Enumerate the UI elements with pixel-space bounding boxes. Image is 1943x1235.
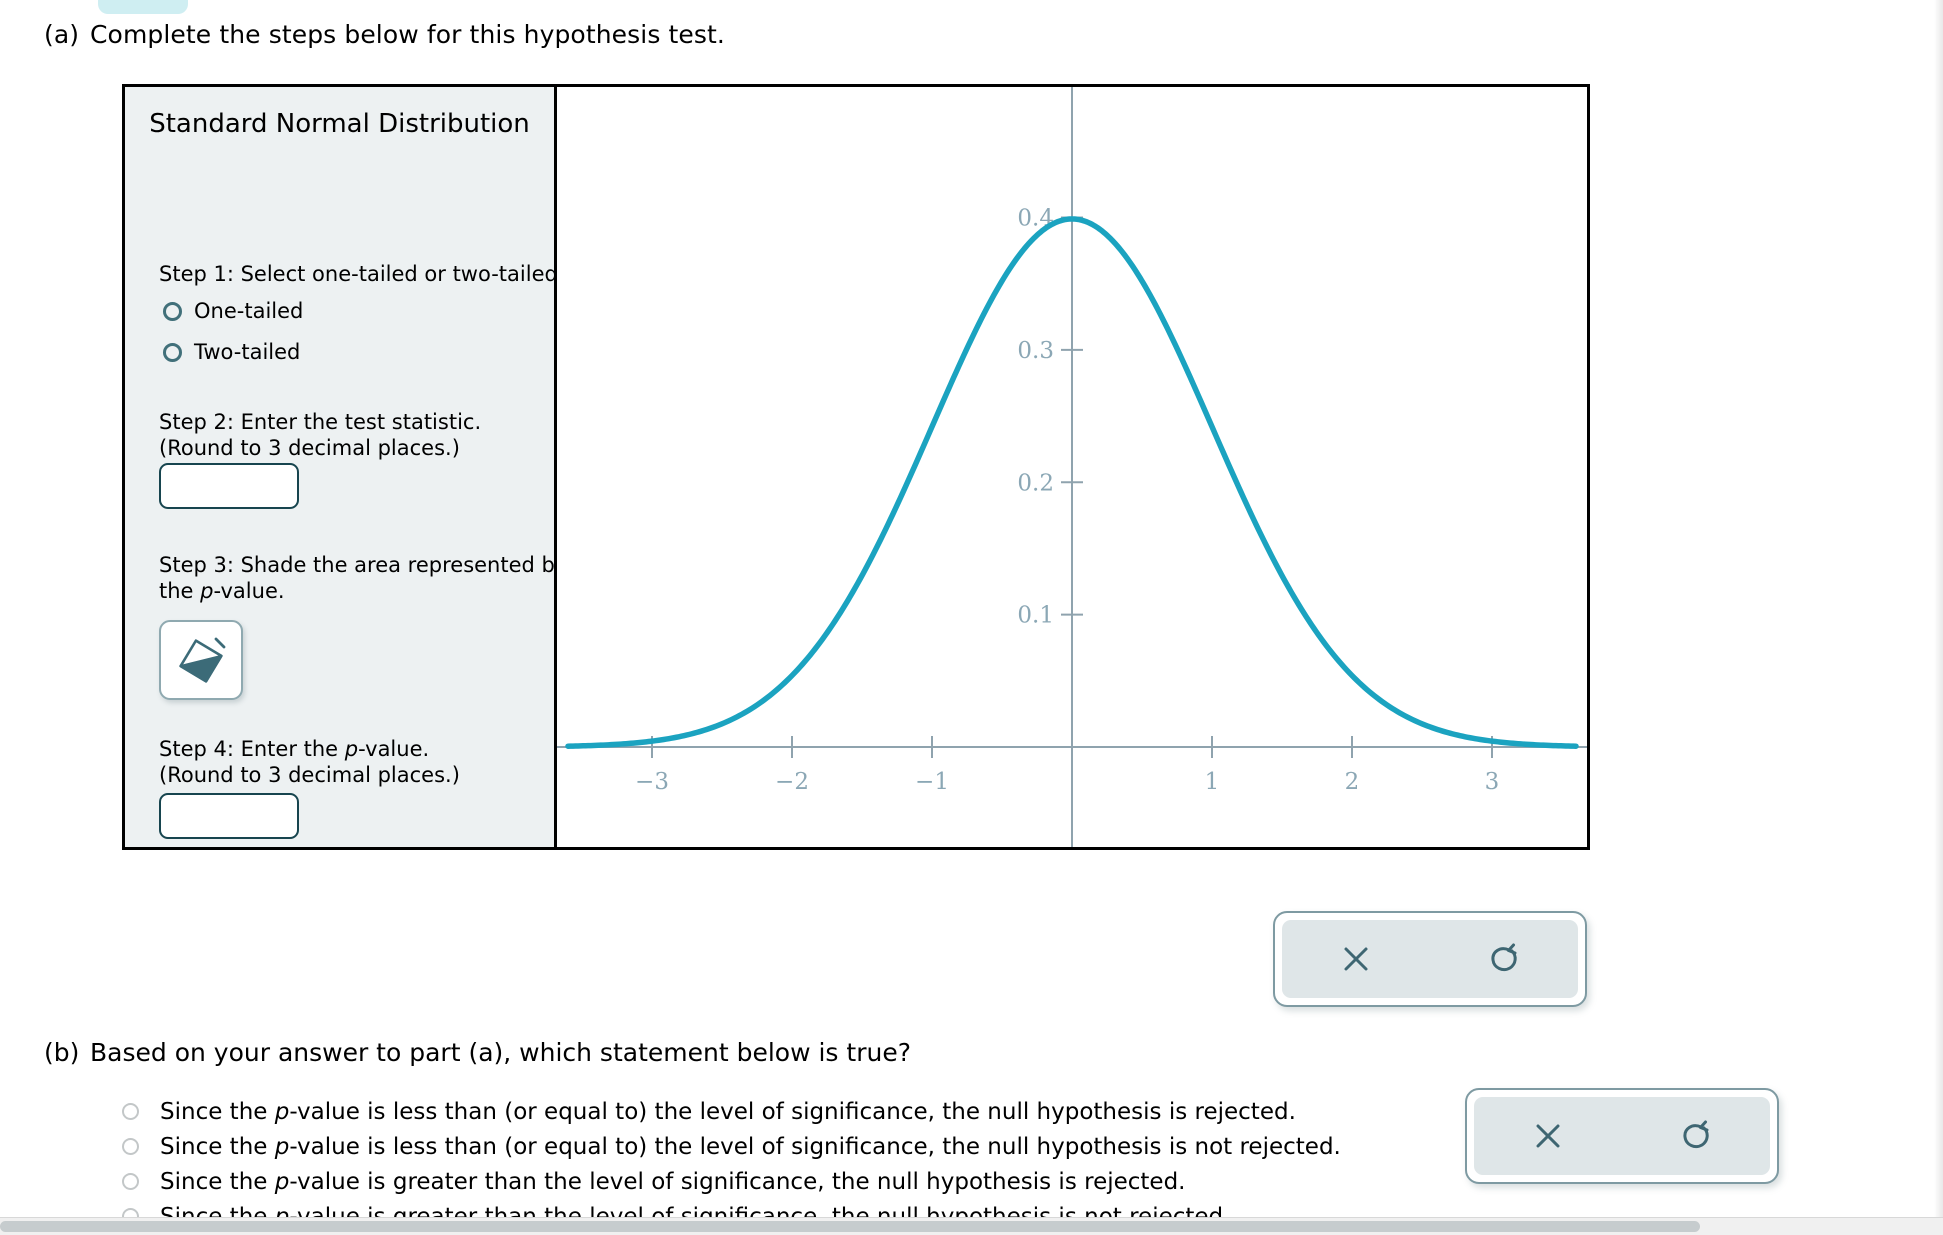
y-tick-label: 0.2 bbox=[1017, 470, 1054, 496]
part-a-prompt-text: Complete the steps below for this hypoth… bbox=[90, 20, 725, 49]
close-icon bbox=[1344, 947, 1368, 971]
shade-area-button[interactable] bbox=[159, 620, 243, 700]
part-a-label: (a) bbox=[44, 20, 80, 49]
x-axis-ticks: −3 −2 −1 1 2 3 bbox=[635, 736, 1499, 795]
x-tick-label: −2 bbox=[775, 769, 809, 795]
radio-mark-two-tailed-icon[interactable] bbox=[163, 342, 182, 362]
step-2-instruction: Step 2: Enter the test statistic. (Round… bbox=[159, 410, 481, 461]
y-tick-label: 0.1 bbox=[1017, 603, 1054, 629]
standard-normal-distribution-widget: Standard Normal Distribution Step 1: Sel… bbox=[122, 84, 1590, 850]
widget-title: Standard Normal Distribution bbox=[149, 109, 530, 139]
part-b-choice-radio-2-icon[interactable] bbox=[122, 1138, 139, 1155]
normal-curve-plot: −3 −2 −1 1 2 3 0.1 0.2 0.3 0.4 bbox=[557, 87, 1587, 847]
step-4-line1-post: -value. bbox=[358, 737, 430, 761]
radio-option-one-tailed[interactable]: One-tailed bbox=[163, 299, 303, 323]
reset-undo-icon bbox=[1683, 1120, 1709, 1149]
step-4-instruction: Step 4: Enter the p-value. (Round to 3 d… bbox=[159, 737, 460, 788]
y-tick-label: 0.3 bbox=[1017, 338, 1054, 364]
radio-label-two-tailed: Two-tailed bbox=[194, 340, 301, 364]
step-3-instruction-line1: Step 3: Shade the area represented by bbox=[159, 553, 568, 577]
x-tick-label: −3 bbox=[635, 769, 669, 795]
radio-mark-one-tailed-icon[interactable] bbox=[163, 301, 182, 321]
step-3-line2-post: -value. bbox=[213, 578, 285, 603]
part-b-clear-button[interactable] bbox=[1474, 1097, 1622, 1175]
part-b-choice-3[interactable]: Since the p-value is greater than the le… bbox=[122, 1164, 1452, 1199]
step-3-instruction: Step 3: Shade the area represented by th… bbox=[159, 553, 567, 604]
step-4-line1-pre: Step 4: Enter the bbox=[159, 737, 345, 761]
part-a-controls bbox=[1273, 911, 1587, 1007]
step-2-instruction-line1: Step 2: Enter the test statistic. bbox=[159, 410, 482, 434]
x-tick-label: 3 bbox=[1485, 769, 1500, 795]
page-tab-stub bbox=[98, 0, 188, 14]
step-3-line2-pre: the bbox=[159, 578, 201, 603]
part-b-prompt-text: Based on your answer to part (a), which … bbox=[90, 1038, 911, 1067]
part-b-label: (b) bbox=[44, 1038, 80, 1067]
x-tick-label: 1 bbox=[1205, 769, 1220, 795]
reset-undo-icon bbox=[1491, 943, 1517, 972]
step-4-instruction-line2: (Round to 3 decimal places.) bbox=[159, 762, 460, 787]
step-2-instruction-line2: (Round to 3 decimal places.) bbox=[159, 435, 460, 460]
normal-curve-svg: −3 −2 −1 1 2 3 0.10.20.30.4 bbox=[557, 87, 1587, 847]
part-b-choice-radio-3-icon[interactable] bbox=[122, 1173, 139, 1190]
x-tick-label: −1 bbox=[915, 769, 949, 795]
part-b-choice-radio-1-icon[interactable] bbox=[122, 1103, 139, 1120]
step-3-instruction-line2: the p-value. bbox=[159, 579, 567, 605]
horizontal-scrollbar-thumb[interactable] bbox=[0, 1221, 1700, 1232]
part-b-choice-label-1: Since the p-value is less than (or equal… bbox=[160, 1098, 1296, 1125]
part-b-prompt: (b) Based on your answer to part (a), whi… bbox=[44, 1038, 911, 1067]
part-b-choice-list: Since the p-value is less than (or equal… bbox=[122, 1094, 1452, 1234]
widget-sidebar: Standard Normal Distribution Step 1: Sel… bbox=[125, 87, 567, 847]
horizontal-scrollbar[interactable] bbox=[0, 1217, 1943, 1235]
part-a-prompt: (a) Complete the steps below for this hyp… bbox=[44, 20, 725, 49]
part-a-reset-button[interactable] bbox=[1430, 920, 1578, 998]
part-b-choice-label-3: Since the p-value is greater than the le… bbox=[160, 1168, 1186, 1195]
p-value-input[interactable] bbox=[159, 793, 299, 839]
close-icon bbox=[1536, 1124, 1560, 1148]
step-4-instruction-line1: Step 4: Enter the p-value. bbox=[159, 737, 460, 763]
part-b-controls bbox=[1465, 1088, 1779, 1184]
part-b-choice-2[interactable]: Since the p-value is less than (or equal… bbox=[122, 1129, 1452, 1164]
shade-area-diamond-icon bbox=[179, 637, 226, 683]
part-a-clear-button[interactable] bbox=[1282, 920, 1430, 998]
radio-label-one-tailed: One-tailed bbox=[194, 299, 304, 323]
y-axis-ticks: 0.10.20.30.4 bbox=[1017, 206, 1083, 629]
step-1-instruction: Step 1: Select one-tailed or two-tailed. bbox=[159, 262, 565, 286]
radio-option-two-tailed[interactable]: Two-tailed bbox=[163, 340, 300, 364]
step-3-line2-em: p bbox=[200, 578, 214, 603]
step-4-line1-em: p bbox=[344, 737, 359, 761]
part-b-controls-inner bbox=[1474, 1097, 1770, 1175]
part-b-reset-button[interactable] bbox=[1622, 1097, 1770, 1175]
right-edge-shadow bbox=[1934, 0, 1943, 1218]
test-statistic-input[interactable] bbox=[159, 463, 299, 509]
part-b-choice-label-2: Since the p-value is less than (or equal… bbox=[160, 1133, 1341, 1160]
part-b-choice-1[interactable]: Since the p-value is less than (or equal… bbox=[122, 1094, 1452, 1129]
x-tick-label: 2 bbox=[1345, 769, 1360, 795]
part-a-controls-inner bbox=[1282, 920, 1578, 998]
